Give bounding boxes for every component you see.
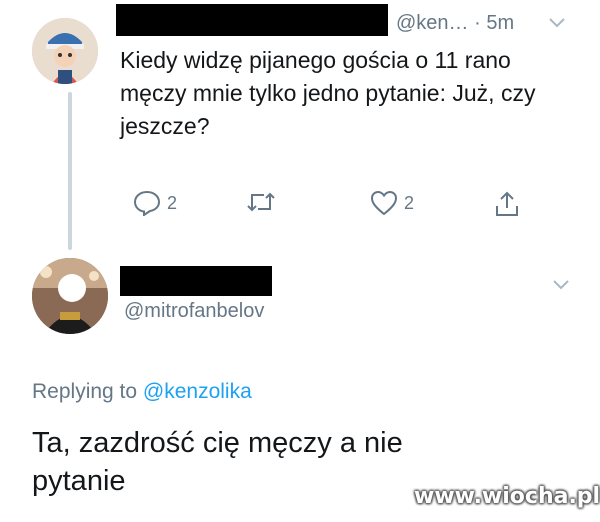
chevron-down-icon[interactable] <box>548 16 566 34</box>
tweet-text: Kiedy widzę pijanego gościa o 11 rano mę… <box>120 47 536 139</box>
avatar[interactable] <box>32 18 98 84</box>
username[interactable]: @mitrofanbelov <box>124 300 264 323</box>
reply-icon <box>133 190 161 216</box>
retweet-button[interactable] <box>246 190 276 214</box>
share-button[interactable] <box>494 190 520 218</box>
timestamp[interactable]: · 5m <box>474 12 514 34</box>
reply-button[interactable]: 2 <box>133 190 177 216</box>
heart-icon <box>370 190 398 216</box>
share-icon <box>496 191 518 216</box>
avatar-photo <box>32 258 108 334</box>
thread-line <box>68 92 72 250</box>
replying-to: Replying to @kenzolika <box>32 380 252 404</box>
username[interactable]: @ken… <box>396 12 469 34</box>
redacted-display-name <box>120 266 272 296</box>
avatar[interactable] <box>32 258 108 334</box>
like-count: 2 <box>404 192 415 213</box>
retweet-icon <box>247 192 275 212</box>
tweet-meta: @ken… · 5m <box>396 12 514 35</box>
redacted-display-name <box>116 4 388 36</box>
replying-label: Replying to <box>32 380 138 403</box>
chevron-down-icon[interactable] <box>552 278 570 296</box>
like-button[interactable]: 2 <box>370 190 414 216</box>
mention-link[interactable]: @kenzolika <box>143 380 252 403</box>
avatar-illustration <box>32 18 98 84</box>
watermark: www.wiocha.pl <box>414 484 600 509</box>
reply-count: 2 <box>167 192 178 213</box>
